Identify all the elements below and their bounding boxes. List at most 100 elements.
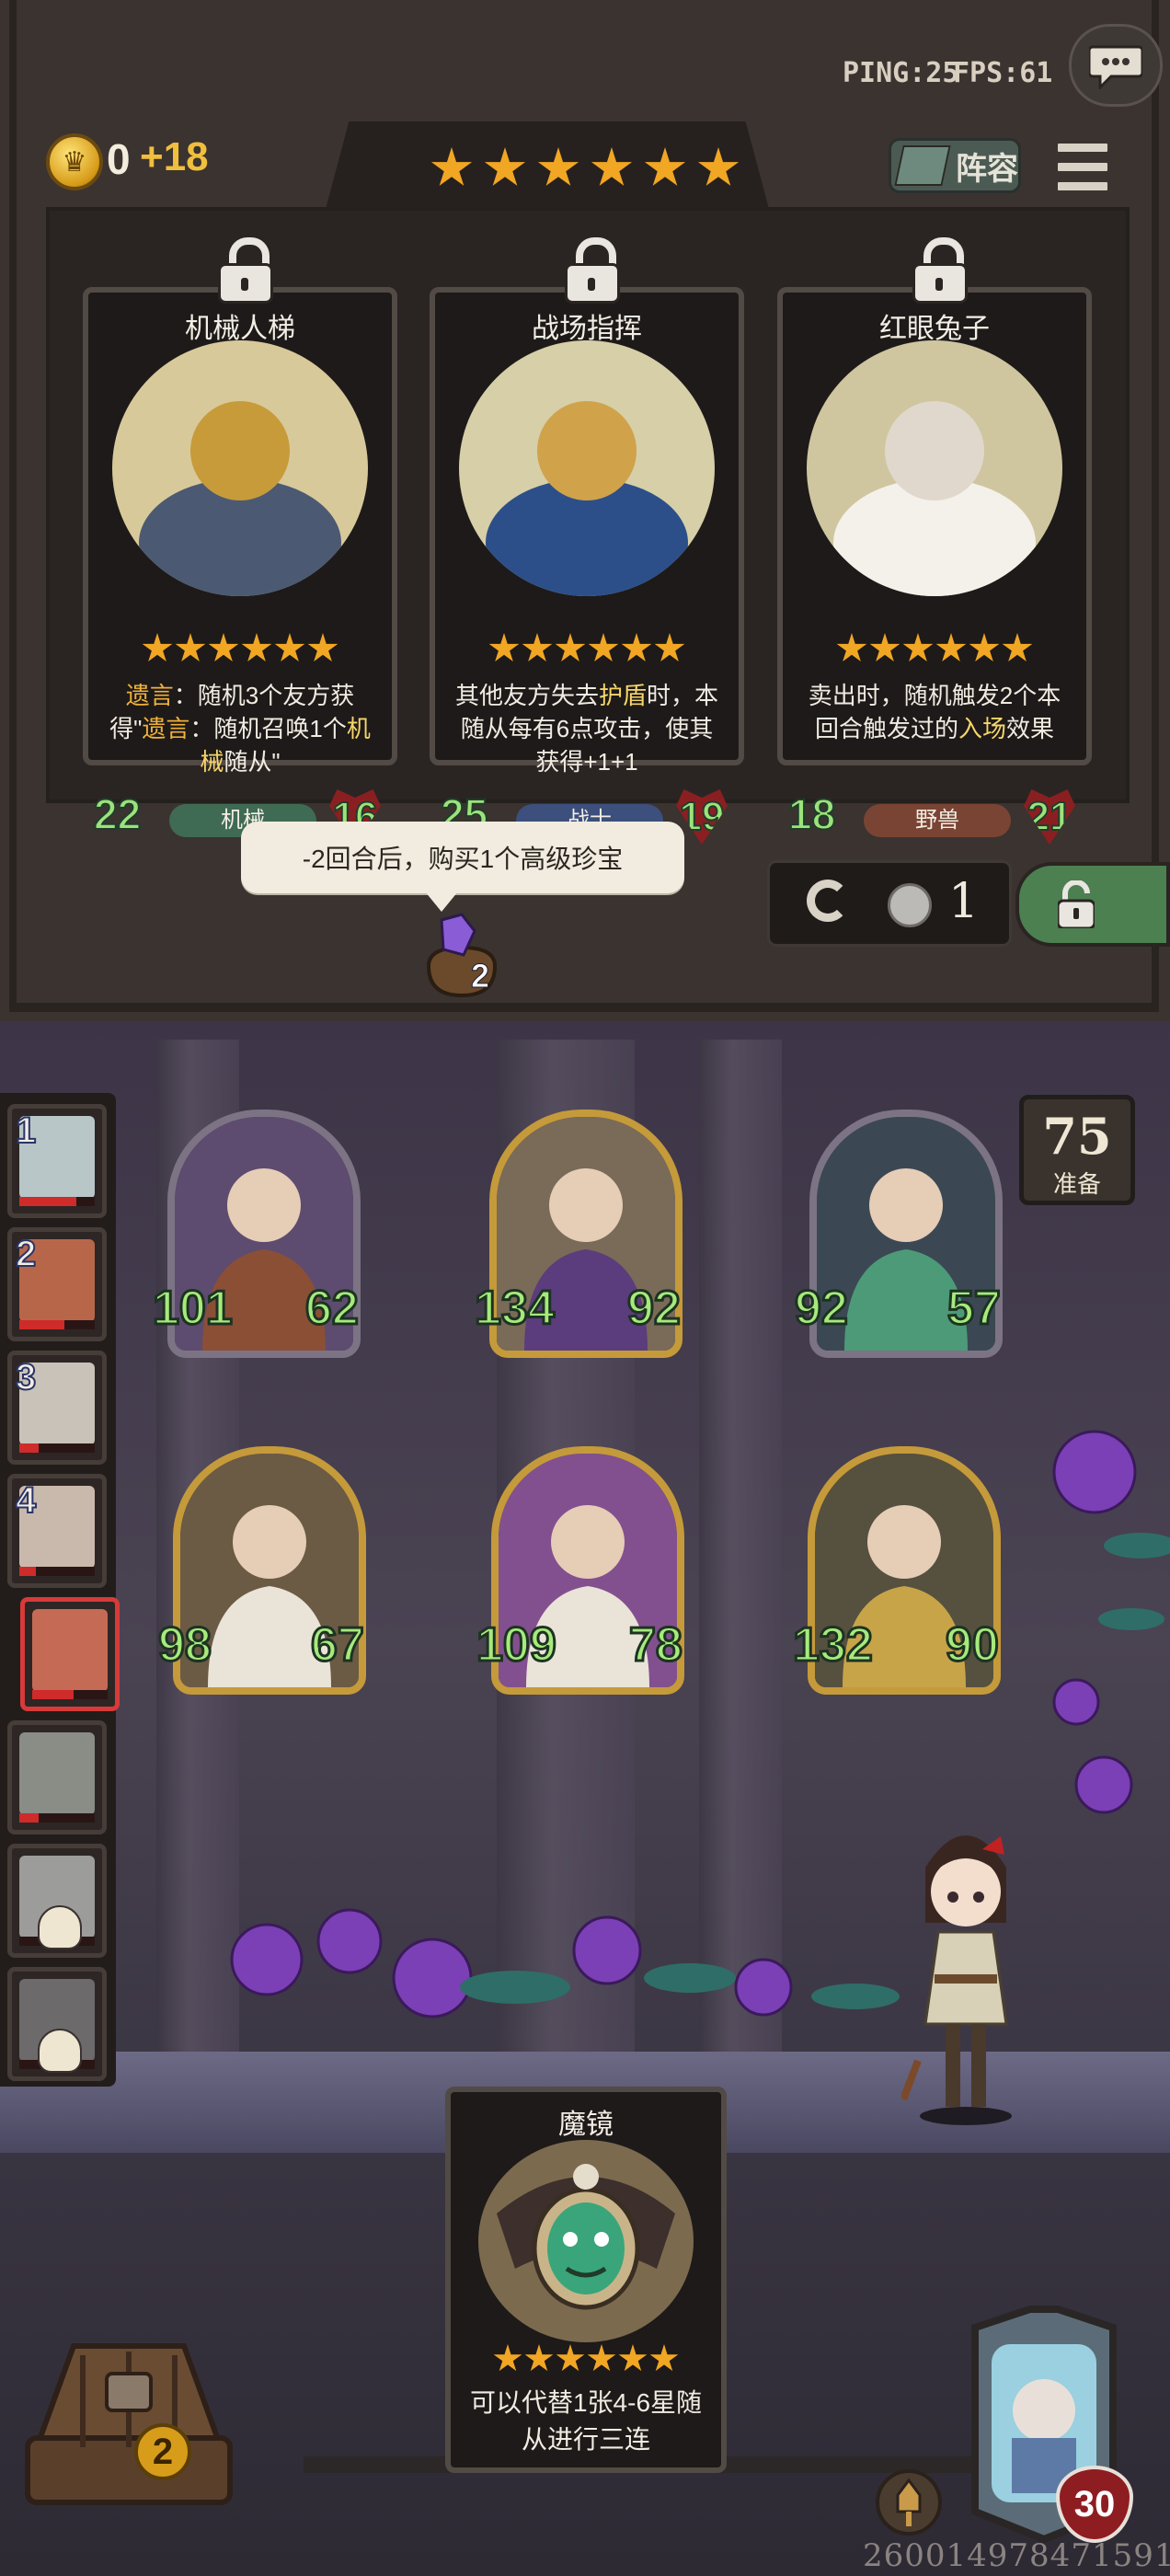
card-tribe: 野兽 (864, 804, 1011, 837)
menu-bar-icon (1056, 161, 1109, 173)
star-icon (208, 633, 239, 661)
opponent-slot[interactable] (20, 1597, 120, 1711)
opponent-slot[interactable]: 3 (7, 1351, 107, 1465)
star-icon (307, 633, 338, 661)
lock-keyhole-icon (588, 278, 595, 291)
user-id: 2600149784715913 (863, 2537, 1170, 2574)
gold-income: +18 (140, 134, 209, 179)
card-stars (88, 633, 392, 669)
hand-card-description: 可以代替1张4-6星随从进行三连 (469, 2388, 703, 2454)
star-icon (241, 633, 272, 661)
opponent-avatar (19, 1732, 95, 1815)
card-description: 卖出时，随机触发2个本回合触发过的入场效果 (808, 682, 1061, 742)
opponent-avatar (32, 1609, 108, 1692)
unlock-icon (1058, 880, 1095, 928)
board-minion[interactable]: 109 78 (476, 1446, 684, 1695)
opponent-health-bar (32, 1690, 108, 1699)
star-icon (587, 2344, 616, 2372)
ping-readout: PING:25 (843, 57, 959, 89)
hand-card-stars (451, 2344, 721, 2378)
chest-count-badge: 2 (134, 2423, 191, 2480)
menu-button[interactable] (1056, 136, 1109, 192)
minion-health: 67 (310, 1617, 366, 1673)
star-icon (588, 633, 619, 661)
card-art (112, 340, 368, 596)
lineup-button[interactable]: 阵容 (889, 138, 1021, 193)
minion-attack: 101 (152, 1281, 235, 1337)
background-pillar (699, 1040, 782, 2052)
treasure-bag-icon[interactable] (419, 911, 504, 1003)
lock-icon[interactable] (218, 237, 273, 304)
star-icon (555, 633, 586, 661)
minion-health: 62 (304, 1281, 361, 1337)
minion-attack: 109 (476, 1617, 558, 1673)
star-icon (175, 633, 206, 661)
star-icon (488, 633, 520, 661)
opponent-slot[interactable] (7, 1720, 107, 1834)
star-icon (591, 147, 633, 186)
star-icon (1002, 633, 1033, 661)
lock-keyhole-icon (241, 278, 248, 291)
tavern-tier-stars (425, 147, 745, 194)
shop-card[interactable]: 战场指挥 其他友方失去护盾时，本随从每有6点攻击，使其获得+1+1 25 战士 19 (430, 237, 744, 845)
star-icon (484, 147, 526, 186)
card-description: 遗言：随机3个友方获得"遗言：随机召唤1个机械随从" (109, 682, 371, 776)
star-icon (697, 147, 740, 186)
opponent-rank: 1 (15, 1110, 37, 1152)
board-minion[interactable]: 92 57 (794, 1110, 1003, 1358)
opponent-health-bar (19, 1567, 95, 1576)
chat-button[interactable] (1069, 24, 1163, 107)
refresh-button[interactable]: 1 (767, 860, 1012, 947)
treasure-bag-count: 2 (470, 957, 490, 995)
magic-mirror-art (478, 2140, 694, 2342)
star-icon (902, 633, 934, 661)
star-icon (649, 2344, 679, 2372)
star-icon (621, 633, 652, 661)
shop-card[interactable]: 机械人梯 遗言：随机3个友方获得"遗言：随机召唤1个机械随从" 22 机械 16 (83, 237, 397, 845)
board-minion[interactable]: 98 67 (157, 1446, 366, 1695)
opponent-rank: 2 (15, 1233, 37, 1275)
opponent-health-bar (19, 1813, 95, 1823)
card-stars (783, 633, 1086, 669)
fps-readout: FPS:61 (953, 57, 1053, 89)
skull-icon (38, 2029, 82, 2073)
minion-attack: 92 (794, 1281, 850, 1337)
star-icon (644, 147, 686, 186)
lock-icon[interactable] (912, 237, 968, 304)
opponent-slot[interactable]: 4 (7, 1474, 107, 1588)
star-icon (430, 147, 473, 186)
star-icon (869, 633, 900, 661)
opponent-slot[interactable] (7, 1844, 107, 1958)
card-description: 其他友方失去护盾时，本随从每有6点攻击，使其获得+1+1 (454, 682, 719, 776)
opponent-slot[interactable] (7, 1967, 107, 2081)
lineup-button-label: 阵容 (956, 151, 1018, 187)
timer-value: 75 (1042, 1107, 1112, 1166)
lock-icon[interactable] (565, 237, 620, 304)
minion-health: 92 (626, 1281, 682, 1337)
opponent-health-bar (19, 1320, 95, 1329)
board-minion[interactable]: 132 90 (792, 1446, 1001, 1695)
minion-health: 57 (946, 1281, 1003, 1337)
card-attack: 22 (93, 789, 142, 839)
hero-power-button[interactable] (876, 2469, 942, 2536)
freeze-button[interactable] (1015, 862, 1170, 947)
chat-bubble-icon (1089, 45, 1142, 89)
opponent-slot[interactable]: 1 (7, 1104, 107, 1218)
opponent-slot[interactable]: 2 (7, 1227, 107, 1341)
refresh-cost: 1 (948, 874, 980, 929)
star-icon (493, 2344, 522, 2372)
shop-card[interactable]: 红眼兔子 卖出时，随机触发2个本回合触发过的入场效果 18 野兽 21 (777, 237, 1092, 845)
hand-card[interactable]: 魔镜 可以代替1张4-6星随从进行三连 (445, 2087, 727, 2473)
board-minion[interactable]: 134 92 (474, 1110, 682, 1358)
treasure-chest-button[interactable] (18, 2318, 239, 2512)
opponent-sidebar: 1 2 3 4 (0, 1093, 120, 2087)
gold-count: 0 (107, 135, 131, 183)
star-icon (935, 633, 967, 661)
rose-decoration (1052, 1430, 1170, 1814)
star-icon (537, 147, 579, 186)
opponent-rank: 4 (15, 1479, 37, 1522)
opponent-health-bar (19, 1197, 95, 1206)
round-timer: 75 准备 (1019, 1095, 1135, 1205)
skull-icon (38, 1905, 82, 1949)
board-minion[interactable]: 101 62 (152, 1110, 361, 1358)
